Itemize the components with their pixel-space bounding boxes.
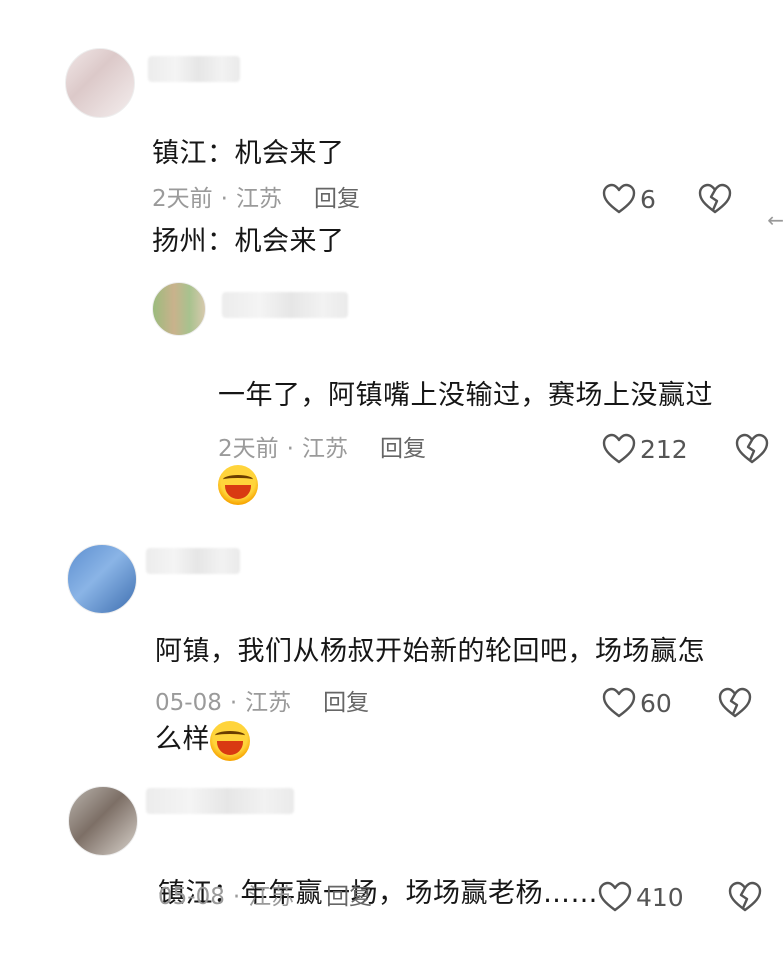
username[interactable] xyxy=(146,788,294,814)
separator: · xyxy=(220,186,228,212)
comment-meta: 2天前 · 江苏 回复 xyxy=(218,432,426,466)
heart-outline-icon xyxy=(602,183,636,214)
comment-line: 一年了，阿镇嘴上没输过，赛场上没赢过 xyxy=(218,380,713,411)
dislike-button[interactable] xyxy=(734,433,770,469)
comment-line: 么样 xyxy=(155,718,705,762)
comment-line: 扬州：机会来了 xyxy=(152,226,345,257)
comment-line xyxy=(218,462,713,506)
separator: · xyxy=(232,884,241,910)
laughing-crying-emoji-icon xyxy=(210,720,250,761)
avatar[interactable] xyxy=(68,786,138,856)
avatar[interactable] xyxy=(65,48,135,118)
username[interactable] xyxy=(148,56,240,82)
comment-meta: 05-08 · 江苏 回复 xyxy=(158,880,372,914)
username[interactable] xyxy=(222,292,348,318)
laughing-crying-emoji-icon xyxy=(218,464,258,505)
like-button[interactable]: 60 xyxy=(602,686,672,720)
broken-heart-icon xyxy=(718,687,752,718)
like-button[interactable]: 6 xyxy=(602,182,656,216)
timestamp: 2天前 xyxy=(218,436,279,462)
comment-line: 阿镇，我们从杨叔开始新的轮回吧，场场赢怎 xyxy=(155,636,705,667)
separator: · xyxy=(286,436,294,462)
timestamp: 05-08 xyxy=(155,690,222,716)
reply-button[interactable]: 回复 xyxy=(314,182,360,216)
arrow-left-icon: ← xyxy=(767,208,784,232)
heart-outline-icon xyxy=(602,433,636,464)
timestamp: 2天前 xyxy=(152,186,213,212)
reply-button[interactable]: 回复 xyxy=(326,880,372,914)
timestamp: 05-08 xyxy=(158,884,225,910)
avatar[interactable] xyxy=(67,544,137,614)
like-count: 410 xyxy=(636,882,684,912)
separator: · xyxy=(229,690,238,716)
comment-meta: 2天前 · 江苏 回复 xyxy=(152,182,360,216)
like-count: 212 xyxy=(640,434,688,464)
like-button[interactable]: 410 xyxy=(598,880,684,914)
dislike-button[interactable] xyxy=(717,687,753,723)
location: 江苏 xyxy=(301,436,348,462)
dislike-button[interactable] xyxy=(727,881,763,917)
location: 江苏 xyxy=(235,186,282,212)
comment-line: 镇江：机会来了 xyxy=(152,138,345,169)
heart-outline-icon xyxy=(602,687,636,718)
reply-button[interactable]: 回复 xyxy=(380,432,426,466)
location: 江苏 xyxy=(248,884,295,910)
like-button[interactable]: 212 xyxy=(602,432,688,466)
location: 江苏 xyxy=(245,690,292,716)
heart-outline-icon xyxy=(598,881,632,912)
broken-heart-icon xyxy=(698,183,732,214)
broken-heart-icon xyxy=(735,433,769,464)
username[interactable] xyxy=(146,548,240,574)
like-count: 6 xyxy=(640,184,656,214)
like-count: 60 xyxy=(640,688,672,718)
comment-meta: 05-08 · 江苏 回复 xyxy=(155,686,369,720)
reply-button[interactable]: 回复 xyxy=(323,686,369,720)
dislike-button[interactable] xyxy=(697,183,733,219)
avatar[interactable] xyxy=(152,282,206,336)
broken-heart-icon xyxy=(728,881,762,912)
